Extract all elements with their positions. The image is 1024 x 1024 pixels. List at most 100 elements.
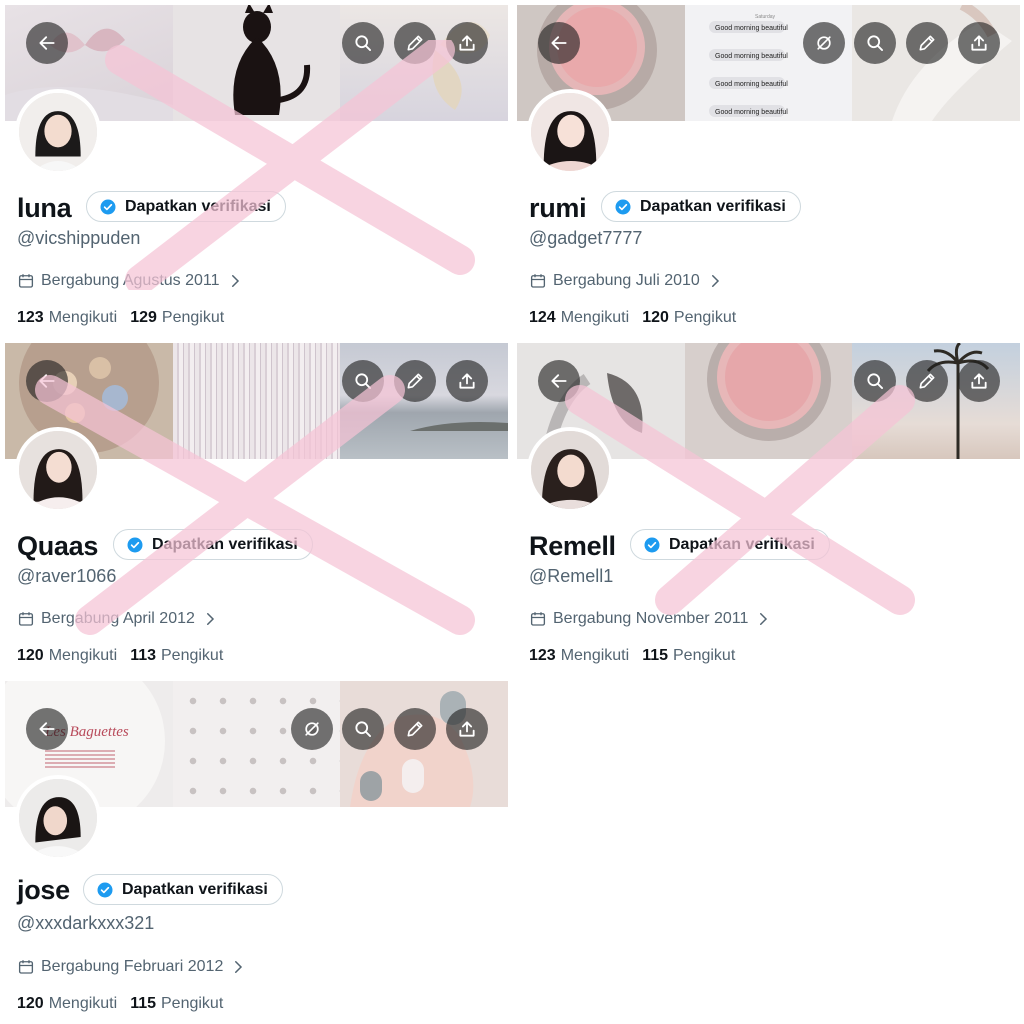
search-icon [355, 721, 371, 737]
verified-badge-icon [127, 537, 143, 552]
following-count[interactable]: 120 Mengikuti [17, 647, 117, 665]
join-date[interactable]: Bergabung November 2011 [529, 610, 772, 628]
followers-count[interactable]: 115 Pengikut [130, 995, 223, 1013]
pencil-icon [407, 721, 423, 737]
followers-count[interactable]: 120 Pengikut [642, 309, 736, 327]
arrow-left-icon [551, 36, 567, 50]
following-count[interactable]: 123 Mengikuti [17, 309, 117, 327]
share-button[interactable] [446, 360, 488, 402]
get-verified-label: Dapatkan verifikasi [152, 535, 298, 553]
chat-line: Good morning beautiful [715, 53, 788, 60]
follow-stats: 124 Mengikuti 120 Pengikut [529, 309, 736, 327]
join-date[interactable]: Bergabung April 2012 [17, 610, 219, 628]
chevron-right-icon [711, 275, 719, 287]
avatar[interactable] [15, 775, 101, 861]
join-date-label: Bergabung Juli 2010 [553, 272, 700, 289]
edit-button[interactable] [906, 22, 948, 64]
get-verified-label: Dapatkan verifikasi [122, 880, 268, 898]
calendar-icon [530, 612, 546, 626]
share-button[interactable] [958, 360, 1000, 402]
chevron-right-icon [231, 275, 239, 287]
avatar[interactable] [15, 89, 101, 175]
edit-button[interactable] [394, 22, 436, 64]
get-verified-button[interactable]: Dapatkan verifikasi [601, 191, 801, 222]
followers-count[interactable]: 113 Pengikut [130, 647, 223, 665]
verified-badge-icon [97, 882, 113, 897]
avatar[interactable] [15, 427, 101, 513]
back-button[interactable] [538, 22, 580, 64]
search-button[interactable] [342, 708, 384, 750]
share-button[interactable] [958, 22, 1000, 64]
profile-name: rumi [529, 193, 587, 223]
pencil-icon [407, 373, 423, 389]
join-date-label: Bergabung April 2012 [41, 610, 195, 627]
profile-name: luna [17, 193, 72, 223]
arrow-left-icon [39, 36, 55, 50]
edit-button[interactable] [394, 708, 436, 750]
hide-button[interactable] [291, 708, 333, 750]
profile-card-jose: Les Baguettes jose Dapatkan verifikasi @… [5, 681, 508, 1024]
search-button[interactable] [854, 22, 896, 64]
get-verified-label: Dapatkan verifikasi [640, 197, 786, 215]
share-icon [971, 373, 987, 389]
search-button[interactable] [342, 22, 384, 64]
get-verified-button[interactable]: Dapatkan verifikasi [630, 529, 830, 560]
share-button[interactable] [446, 708, 488, 750]
arrow-left-icon [39, 374, 55, 388]
profile-card-quaas: Quaas Dapatkan verifikasi @raver1066 Ber… [5, 343, 508, 679]
profile-card-remell: Remell Dapatkan verifikasi @Remell1 Berg… [517, 343, 1020, 679]
calendar-icon [18, 274, 34, 288]
edit-button[interactable] [394, 360, 436, 402]
profile-name: Quaas [17, 531, 99, 561]
join-date-label: Bergabung Februari 2012 [41, 958, 224, 975]
chevron-right-icon [760, 613, 768, 625]
join-date[interactable]: Bergabung Agustus 2011 [17, 272, 244, 290]
edit-button[interactable] [906, 360, 948, 402]
verified-badge-icon [644, 537, 660, 552]
profile-handle: @xxxdarkxxx321 [17, 913, 155, 933]
get-verified-label: Dapatkan verifikasi [125, 197, 271, 215]
follow-stats: 123 Mengikuti 115 Pengikut [529, 647, 735, 665]
chevron-right-icon [206, 613, 214, 625]
calendar-icon [18, 960, 34, 974]
back-button[interactable] [26, 360, 68, 402]
arrow-left-icon [551, 374, 567, 388]
follow-stats: 120 Mengikuti 115 Pengikut [17, 995, 223, 1013]
avatar[interactable] [527, 89, 613, 175]
profile-handle: @Remell1 [529, 566, 614, 586]
hide-button[interactable] [803, 22, 845, 64]
following-count[interactable]: 123 Mengikuti [529, 647, 629, 665]
join-date[interactable]: Bergabung Februari 2012 [17, 958, 247, 976]
search-icon [867, 373, 883, 389]
pencil-icon [407, 35, 423, 51]
chat-line: Good morning beautiful [715, 109, 788, 116]
profile-handle: @vicshippuden [17, 228, 141, 248]
following-count[interactable]: 120 Mengikuti [17, 995, 117, 1013]
following-count[interactable]: 124 Mengikuti [529, 309, 629, 327]
followers-count[interactable]: 129 Pengikut [130, 309, 224, 327]
join-date[interactable]: Bergabung Juli 2010 [529, 272, 724, 290]
get-verified-button[interactable]: Dapatkan verifikasi [83, 874, 283, 905]
back-button[interactable] [26, 708, 68, 750]
pencil-icon [919, 373, 935, 389]
chat-line: Good morning beautiful [715, 25, 788, 32]
verified-badge-icon [615, 199, 631, 214]
search-icon [355, 373, 371, 389]
search-button[interactable] [342, 360, 384, 402]
search-button[interactable] [854, 360, 896, 402]
get-verified-button[interactable]: Dapatkan verifikasi [113, 529, 313, 560]
search-icon [867, 35, 883, 51]
back-button[interactable] [26, 22, 68, 64]
profile-name: jose [17, 875, 70, 905]
back-button[interactable] [538, 360, 580, 402]
profile-handle: @gadget7777 [529, 228, 643, 248]
share-button[interactable] [446, 22, 488, 64]
avatar[interactable] [527, 427, 613, 513]
get-verified-button[interactable]: Dapatkan verifikasi [86, 191, 286, 222]
calendar-icon [18, 612, 34, 626]
get-verified-label: Dapatkan verifikasi [669, 535, 815, 553]
join-date-label: Bergabung November 2011 [553, 610, 749, 627]
follow-stats: 120 Mengikuti 113 Pengikut [17, 647, 223, 665]
profile-handle: @raver1066 [17, 566, 117, 586]
followers-count[interactable]: 115 Pengikut [642, 647, 735, 665]
